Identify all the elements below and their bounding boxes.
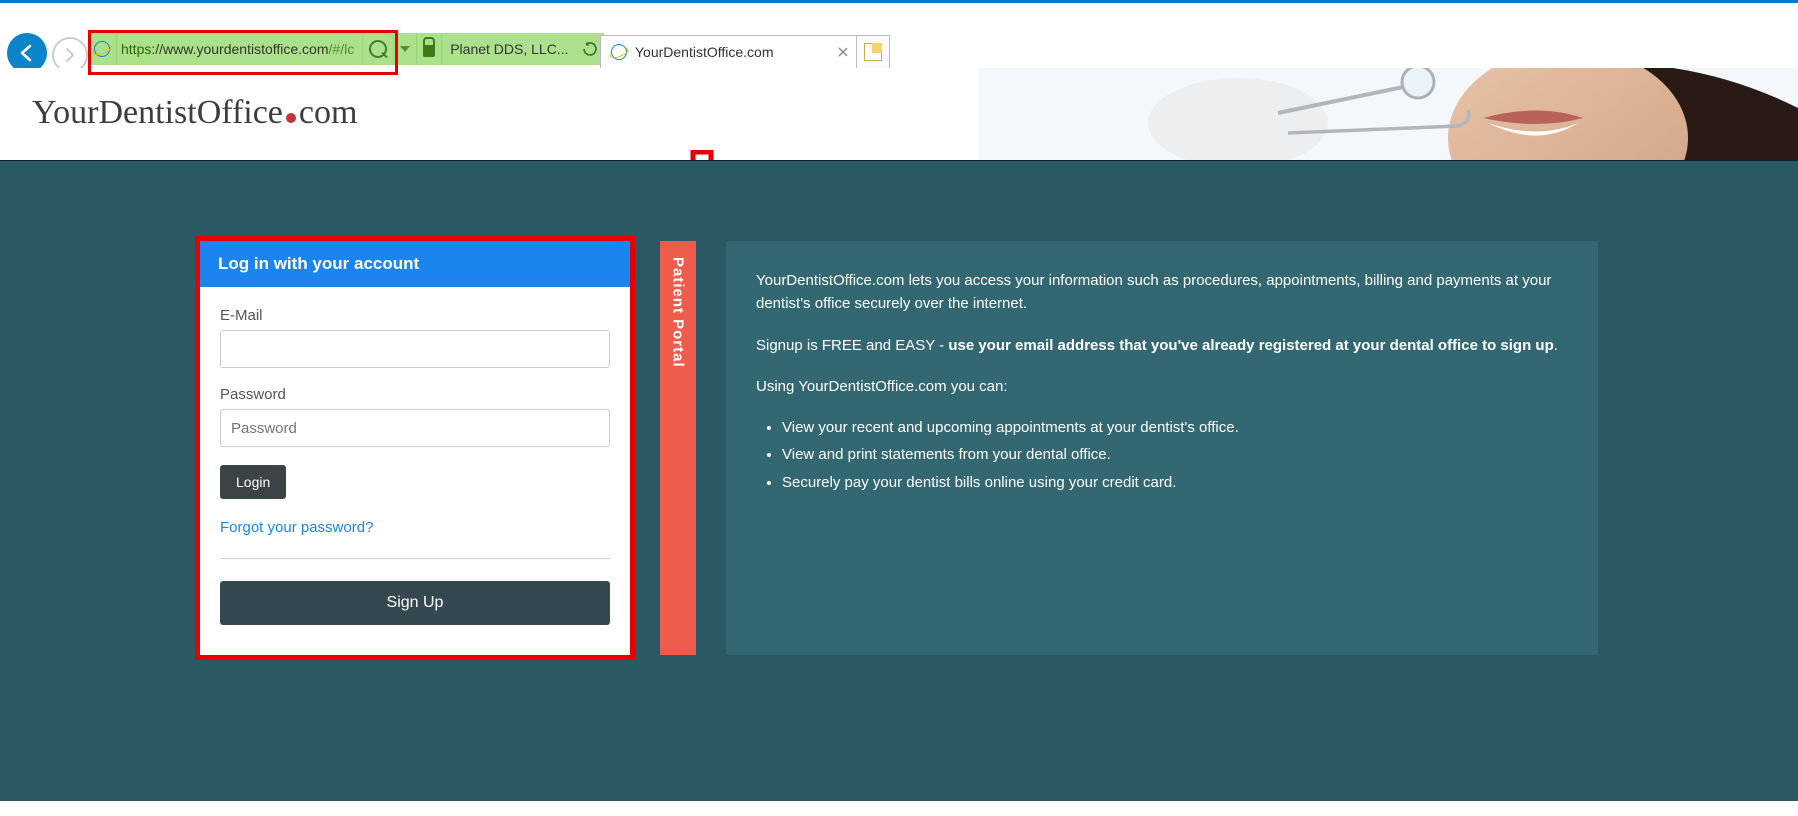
info-p2-bold: use your email address that you've alrea… [948, 337, 1553, 354]
annotation-arrow-icon [678, 150, 726, 160]
search-button[interactable] [363, 33, 394, 65]
email-input[interactable] [220, 330, 610, 368]
email-label: E-Mail [220, 307, 610, 324]
info-panel: YourDentistOffice.com lets you access yo… [726, 241, 1598, 655]
refresh-icon [582, 41, 598, 57]
chevron-down-icon [400, 46, 410, 52]
page-header: YourDentistOffice com [0, 68, 1798, 160]
search-dropdown-button[interactable] [394, 33, 417, 65]
info-bullet: View and print statements from your dent… [782, 443, 1568, 466]
info-paragraph-2: Signup is FREE and EASY - use your email… [756, 334, 1568, 357]
nav-back-button[interactable] [7, 33, 47, 73]
content-area: Log in with your account E-Mail Password… [0, 160, 1798, 801]
info-bullet-list: View your recent and upcoming appointmen… [756, 416, 1568, 494]
login-card: Log in with your account E-Mail Password… [200, 241, 630, 655]
patient-portal-tab-label: Patient Portal [670, 257, 687, 368]
arrow-left-icon [16, 42, 38, 64]
password-label: Password [220, 386, 610, 403]
lock-indicator [417, 33, 442, 65]
sign-up-button[interactable]: Sign Up [220, 581, 610, 625]
new-tab-button[interactable] [857, 35, 890, 69]
arrow-right-icon [62, 47, 78, 63]
tab-active[interactable]: YourDentistOffice.com [600, 35, 857, 69]
patient-portal-tab[interactable]: Patient Portal [660, 241, 696, 655]
info-bullet: Securely pay your dentist bills online u… [782, 471, 1568, 494]
url-path: /#/lc [329, 41, 355, 57]
info-p2-prefix: Signup is FREE and EASY - [756, 337, 948, 354]
header-photo [978, 68, 1798, 160]
browser-chrome: https://www.yourdentistoffice.com/#/lc P… [0, 0, 1798, 68]
address-bar[interactable]: https://www.yourdentistoffice.com/#/lc P… [88, 33, 604, 65]
divider [220, 558, 610, 559]
login-button[interactable]: Login [220, 465, 286, 499]
forgot-password-link[interactable]: Forgot your password? [220, 519, 610, 536]
logo-dot-icon [286, 113, 296, 123]
ie-favicon-icon [88, 33, 117, 65]
address-bar-region: https://www.yourdentistoffice.com/#/lc P… [88, 33, 604, 68]
url-host: ://www.yourdentistoffice.com [151, 41, 328, 57]
tab-title: YourDentistOffice.com [635, 44, 774, 60]
site-identity-label: Planet DDS, LLC... [442, 33, 576, 65]
tab-strip: YourDentistOffice.com [600, 35, 890, 69]
close-icon [838, 47, 848, 57]
info-p2-suffix: . [1554, 337, 1558, 354]
search-icon [369, 40, 387, 58]
info-paragraph-1: YourDentistOffice.com lets you access yo… [756, 269, 1568, 316]
info-paragraph-3: Using YourDentistOffice.com you can: [756, 375, 1568, 398]
close-tab-button[interactable] [838, 44, 848, 60]
password-input[interactable] [220, 409, 610, 447]
site-logo: YourDentistOffice com [32, 94, 357, 132]
url-text: https://www.yourdentistoffice.com/#/lc [117, 33, 363, 65]
login-header: Log in with your account [200, 241, 630, 287]
logo-text-2: com [299, 94, 358, 131]
url-protocol: https [121, 41, 151, 57]
login-card-wrapper: Log in with your account E-Mail Password… [200, 241, 630, 655]
logo-text-1: YourDentistOffice [32, 94, 283, 131]
lock-icon [423, 45, 435, 57]
info-bullet: View your recent and upcoming appointmen… [782, 416, 1568, 439]
ie-favicon-icon [611, 44, 627, 60]
new-tab-icon [864, 43, 882, 61]
